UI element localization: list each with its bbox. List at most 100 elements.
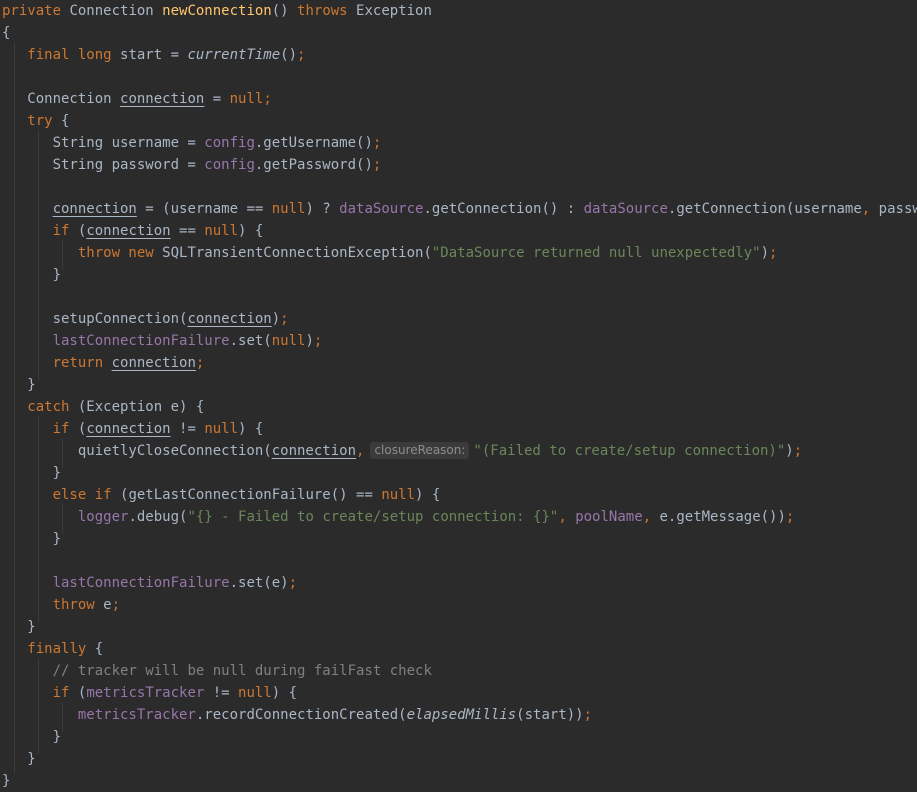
code-editor[interactable]: private Connection newConnection() throw… [0,0,917,792]
code-token: e.getMessage()) [659,509,786,525]
code-token: "DataSource returned null unexpectedly" [431,245,761,261]
code-token: () [271,3,298,19]
code-token: try [27,113,62,129]
code-line[interactable]: else if (getLastConnectionFailure() == n… [2,484,441,506]
code-line[interactable]: quietlyCloseConnection(connection, closur… [2,440,802,462]
code-token: dataSource [339,201,424,217]
code-line[interactable]: } [2,616,36,638]
code-line[interactable]: } [2,462,61,484]
code-token: metricsTracker [86,685,205,701]
code-token: } [2,729,62,745]
code-token: ) { [238,421,264,437]
code-token: connection [111,355,196,371]
code-line[interactable]: private Connection newConnection() throw… [2,0,432,22]
code-token: Connection [2,91,121,107]
code-token: catch [27,399,78,415]
code-token: null [204,421,239,437]
code-token: ) [785,443,794,459]
code-line[interactable]: if (connection != null) { [2,418,264,440]
code-token: , [356,443,365,459]
code-token: Exception [356,3,432,19]
code-token: null [238,685,272,701]
code-line[interactable]: final long start = currentTime(); [2,44,305,66]
code-token: lastConnectionFailure [52,575,230,591]
code-token: password) [878,201,917,217]
code-line[interactable]: metricsTracker.recordConnectionCreated(e… [2,704,592,726]
code-token: return [52,355,112,371]
code-token: .debug( [128,509,188,525]
code-line[interactable]: logger.debug("{} - Failed to create/setu… [2,506,795,528]
code-line[interactable]: if (connection == null) { [2,220,264,242]
code-line[interactable]: String username = config.getUsername(); [2,132,382,154]
code-token: } [2,377,36,393]
code-token: poolName [575,509,643,525]
code-token: connection [187,311,272,327]
code-line[interactable]: throw e; [2,594,120,616]
code-line[interactable]: finally { [2,638,103,660]
code-line[interactable]: connection = (username == null) ? dataSo… [2,198,917,220]
code-line[interactable]: } [2,528,61,550]
code-token: ) { [271,685,298,701]
code-token: ) { [238,223,264,239]
code-line[interactable]: // tracker will be null during failFast … [2,660,432,682]
code-line[interactable]: } [2,748,36,770]
code-line[interactable]: if (metricsTracker != null) { [2,682,297,704]
code-line[interactable]: } [2,264,61,286]
code-token: newConnection [162,3,272,19]
code-line[interactable]: lastConnectionFailure.set(null); [2,330,323,352]
code-token: , [642,509,660,525]
code-token: String username = [2,135,205,151]
code-token: } [2,619,36,635]
code-token: null [204,223,239,239]
code-line[interactable]: String password = config.getPassword(); [2,154,382,176]
code-line[interactable]: { [2,22,10,44]
code-token: connection [86,223,171,239]
code-token: "{} - Failed to create/setup connection:… [187,509,559,525]
code-token: if [52,223,78,239]
code-token: ) [305,333,314,349]
parameter-hint: closureReason: [370,442,470,459]
code-token: () [280,47,298,63]
code-line[interactable]: return connection; [2,352,205,374]
code-line[interactable]: } [2,374,36,396]
code-line[interactable]: Connection connection = null; [2,88,271,110]
code-line[interactable]: } [2,726,61,748]
code-line[interactable]: throw new SQLTransientConnectionExceptio… [2,242,778,264]
code-token: ; [280,311,289,327]
code-token: setupConnection( [2,311,188,327]
code-line[interactable]: catch (Exception e) { [2,396,204,418]
code-token: logger [77,509,129,525]
code-token: private [2,3,70,19]
code-token: throw [52,597,104,613]
code-line[interactable]: lastConnectionFailure.set(e); [2,572,297,594]
code-token: .getPassword() [254,157,373,173]
code-token: .set(e) [229,575,289,591]
code-token: config [204,135,255,151]
code-token: final long [27,47,121,63]
code-token: != [170,421,205,437]
code-token: != [204,685,239,701]
code-token: finally [27,641,95,657]
code-token: ) [271,311,281,327]
code-token: ; [372,135,382,151]
code-token: config [204,157,255,173]
code-token: connection [52,201,137,217]
code-token: Connection [69,3,163,19]
code-token: (Exception e) { [77,399,205,415]
code-token: } [2,751,36,767]
code-token: (start)) [516,707,584,723]
code-line[interactable]: try { [2,110,69,132]
code-token: } [2,773,11,789]
code-token: start = [120,47,188,63]
code-token: .recordConnectionCreated( [195,707,407,723]
code-line[interactable]: setupConnection(connection); [2,308,289,330]
code-line[interactable]: } [2,770,10,792]
